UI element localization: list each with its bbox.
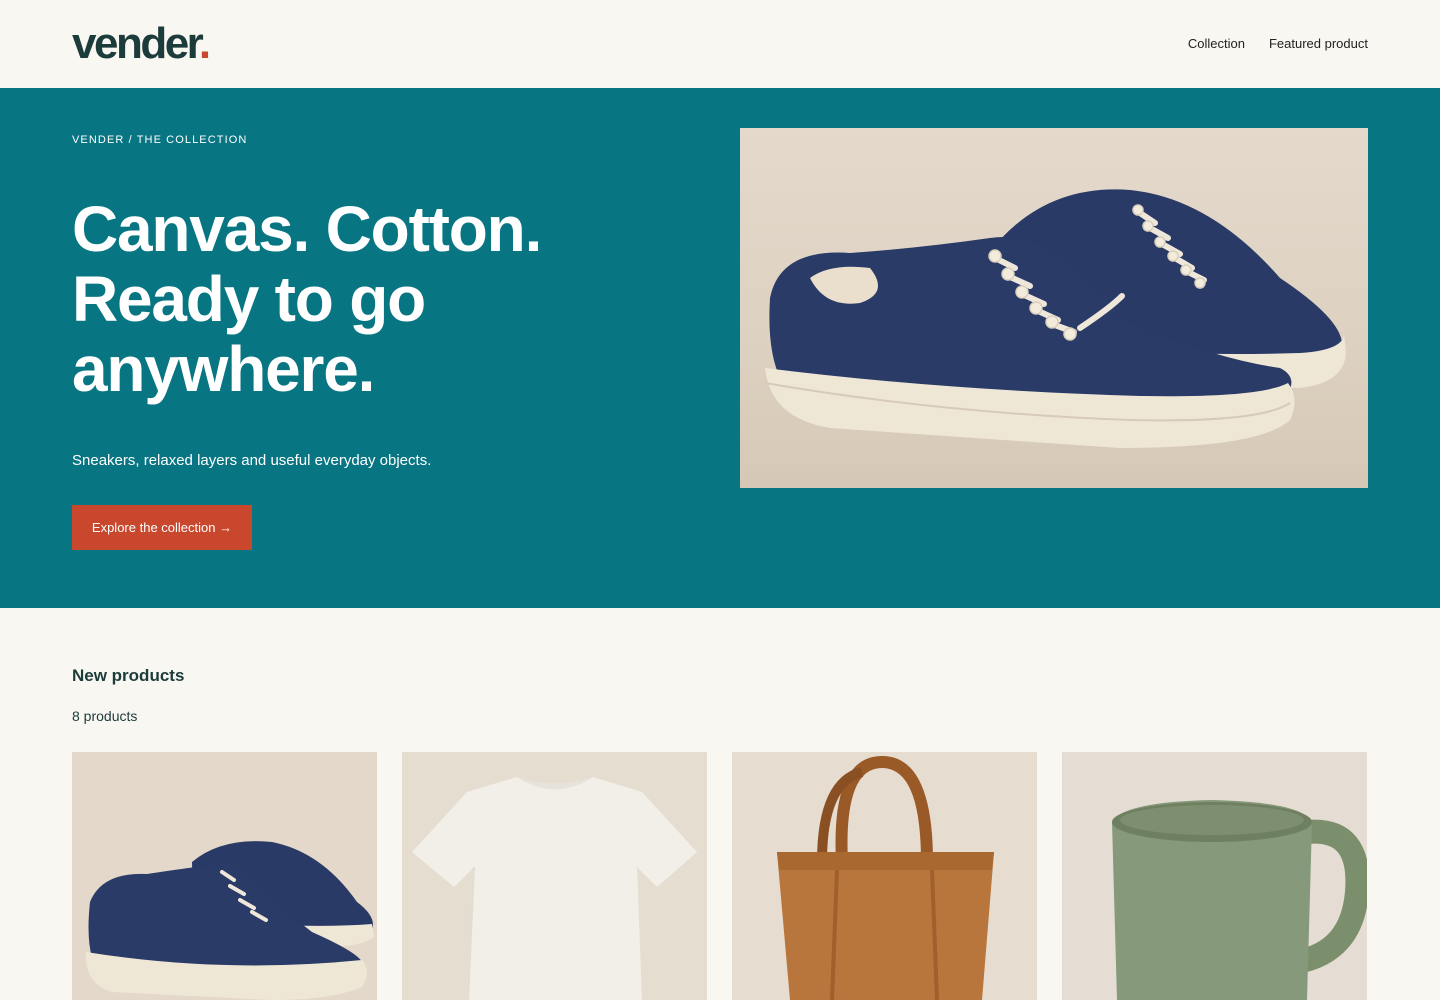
logo-dot: . [198,19,211,68]
hero-subtitle: Sneakers, relaxed layers and useful ever… [72,452,432,469]
hero-banner: VENDER / THE COLLECTION Canvas. Cotton. … [0,88,1440,608]
product-card-tshirt[interactable] [402,752,707,1000]
sneakers-illustration [764,189,1346,448]
product-image-sneakers [72,752,377,1000]
product-count: 8 products [72,708,138,724]
hero-title-line-1: Canvas. Cotton. [72,193,542,265]
product-image-tshirt [402,752,707,1000]
nav-link-collection[interactable]: Collection [1188,35,1245,53]
hero-title-line-3: anywhere. [72,333,375,405]
product-card-mug[interactable] [1062,752,1367,1000]
new-products-heading: New products [72,666,185,685]
product-grid [72,752,1368,1000]
product-image-tote-bag [732,752,1037,1000]
hero-sneakers-image [740,128,1368,488]
hero-eyebrow: VENDER / THE COLLECTION [72,134,248,146]
product-image-mug [1062,752,1367,1000]
nav-link-featured-product[interactable]: Featured product [1269,35,1368,53]
main-nav: Collection Featured product [1188,35,1368,53]
hero-title-line-2: Ready to go [72,263,426,335]
site-header: vender. Collection Featured product [0,0,1440,88]
hero-title: Canvas. Cotton. Ready to go anywhere. [72,194,632,404]
product-card-tote-bag[interactable] [732,752,1037,1000]
logo[interactable]: vender. [72,18,211,70]
logo-text: vender [72,19,201,68]
explore-collection-button[interactable]: Explore the collection → [72,505,252,550]
product-card-sneakers[interactable] [72,752,377,1000]
